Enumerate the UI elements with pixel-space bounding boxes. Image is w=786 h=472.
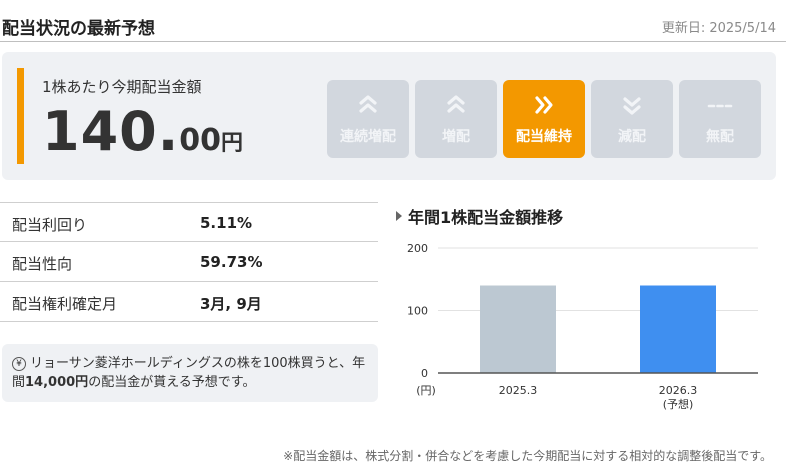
status-maintain-button[interactable]: 配当維持 [503, 80, 585, 158]
row-value: 5.11% [200, 214, 253, 232]
y-tick-label: 200 [407, 242, 428, 255]
row-value: 3月, 9月 [200, 295, 262, 313]
status-button-label: 増配 [442, 129, 470, 145]
bar [640, 285, 716, 373]
y-unit-label: (円) [416, 384, 436, 397]
status-increase-button[interactable]: 増配 [415, 80, 497, 158]
double-chevron-up-icon [327, 92, 409, 122]
table-row: 配当権利確定月 3月, 9月 [0, 282, 378, 322]
dash-icon [679, 92, 761, 122]
bar [480, 285, 556, 373]
dividend-label: 1株あたり今期配当金額 [42, 78, 202, 96]
footnote: ※配当金額は、株式分割・併合などを考慮した今期配当に対する相対的な調整後配当です… [283, 449, 772, 463]
note-text-end: の配当金が貰える予想です。 [88, 375, 256, 390]
dividend-amount: 140.00円 [42, 100, 243, 163]
double-chevron-down-icon [591, 92, 673, 122]
amount-unit: 円 [220, 131, 243, 156]
triangle-icon [396, 211, 402, 221]
note-amount: 14,000円 [25, 375, 89, 390]
status-button-label: 無配 [706, 129, 734, 145]
updated-date: 更新日: 2025/5/14 [661, 21, 776, 36]
chart-title-text: 年間1株配当金額推移 [408, 208, 564, 227]
double-chevron-right-icon [503, 92, 585, 122]
status-no-dividend-button[interactable]: 無配 [679, 80, 761, 158]
double-chevron-up-icon [415, 92, 497, 122]
amount-integer: 140. [42, 100, 180, 163]
status-button-label: 減配 [618, 129, 646, 145]
header: 配当状況の最新予想 更新日: 2025/5/14 [0, 0, 786, 42]
yen-icon: ¥ [12, 357, 26, 371]
dividend-history-chart: 0 100 200 2025.3 2026.3(予想) (円) [407, 242, 758, 411]
amount-decimal: 00 [179, 123, 221, 158]
table-row: 配当性向 59.73% [0, 242, 378, 282]
status-button-label: 配当維持 [516, 129, 572, 145]
status-button-label: 連続増配 [340, 129, 396, 145]
x-tick-sublabel: (予想) [663, 397, 694, 411]
row-key: 配当権利確定月 [12, 295, 118, 313]
table-row: 配当利回り 5.11% [0, 202, 378, 242]
dividend-summary-panel: 1株あたり今期配当金額 140.00円 連続増配 増配 配当維持 減配 無配 [2, 52, 776, 180]
row-value: 59.73% [200, 253, 263, 271]
x-tick-label: 2026.3 [659, 384, 698, 397]
status-decrease-button[interactable]: 減配 [591, 80, 673, 158]
row-key: 配当利回り [12, 216, 88, 234]
y-tick-label: 0 [421, 367, 428, 380]
chart-title: 年間1株配当金額推移 [396, 204, 563, 228]
page-title: 配当状況の最新予想 [2, 19, 155, 39]
dividend-info-table: 配当利回り 5.11% 配当性向 59.73% 配当権利確定月 3月, 9月 [0, 202, 378, 322]
row-key: 配当性向 [12, 255, 73, 273]
y-tick-label: 100 [407, 305, 428, 318]
status-consecutive-increase-button[interactable]: 連続増配 [327, 80, 409, 158]
x-tick-label: 2025.3 [499, 384, 538, 397]
dividend-note: ¥ リョーサン菱洋ホールディングスの株を100株買うと、年間14,000円の配当金… [2, 344, 378, 402]
accent-bar [17, 68, 24, 164]
